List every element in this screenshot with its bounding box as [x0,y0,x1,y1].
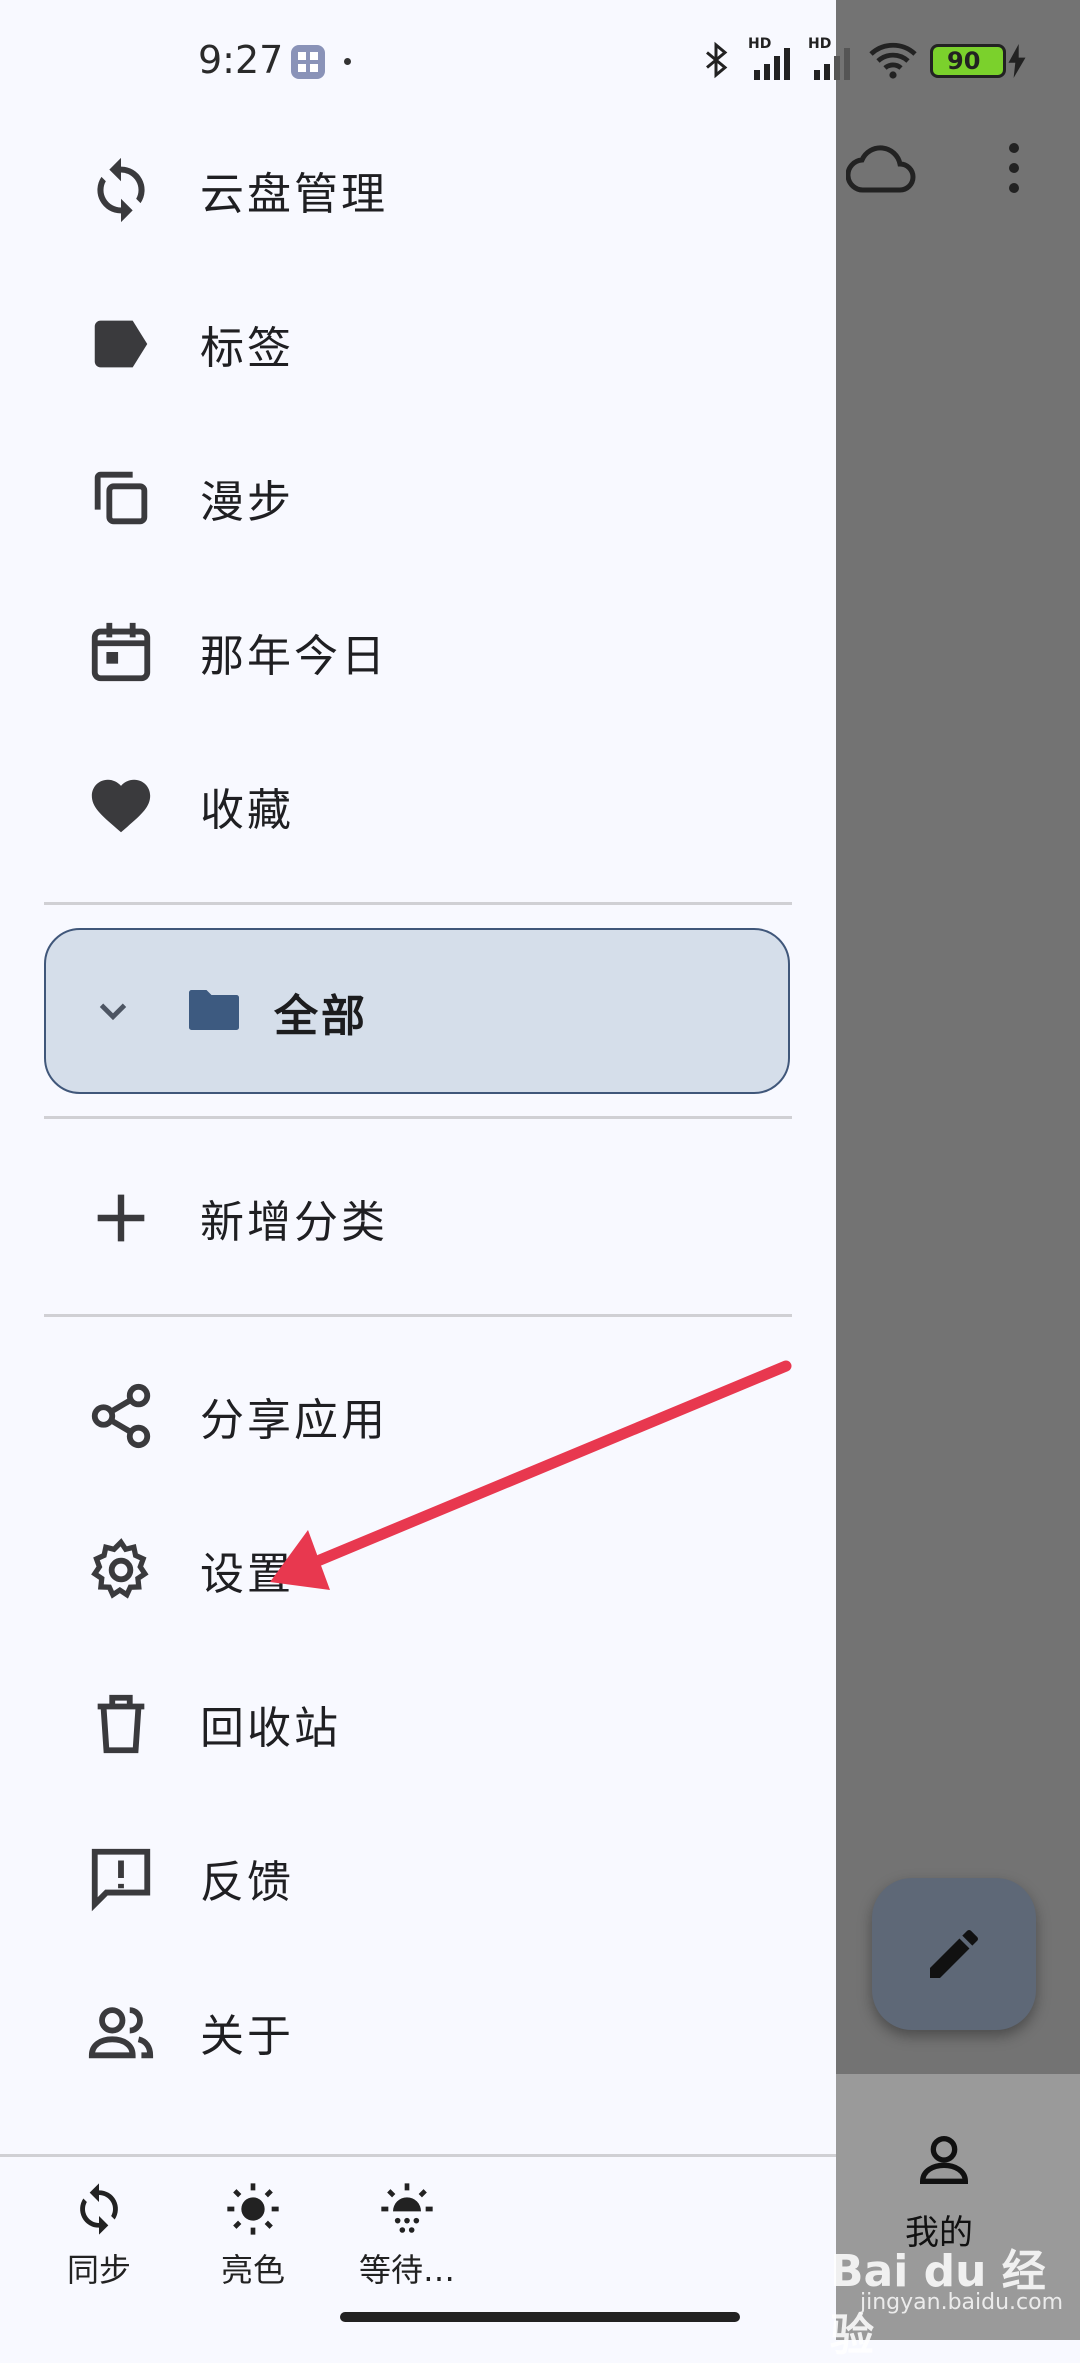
gesture-nav-bar[interactable] [340,2312,740,2322]
watermark-url: jingyan.baidu.com [860,2290,1064,2315]
annotation-arrow [270,1360,792,1590]
